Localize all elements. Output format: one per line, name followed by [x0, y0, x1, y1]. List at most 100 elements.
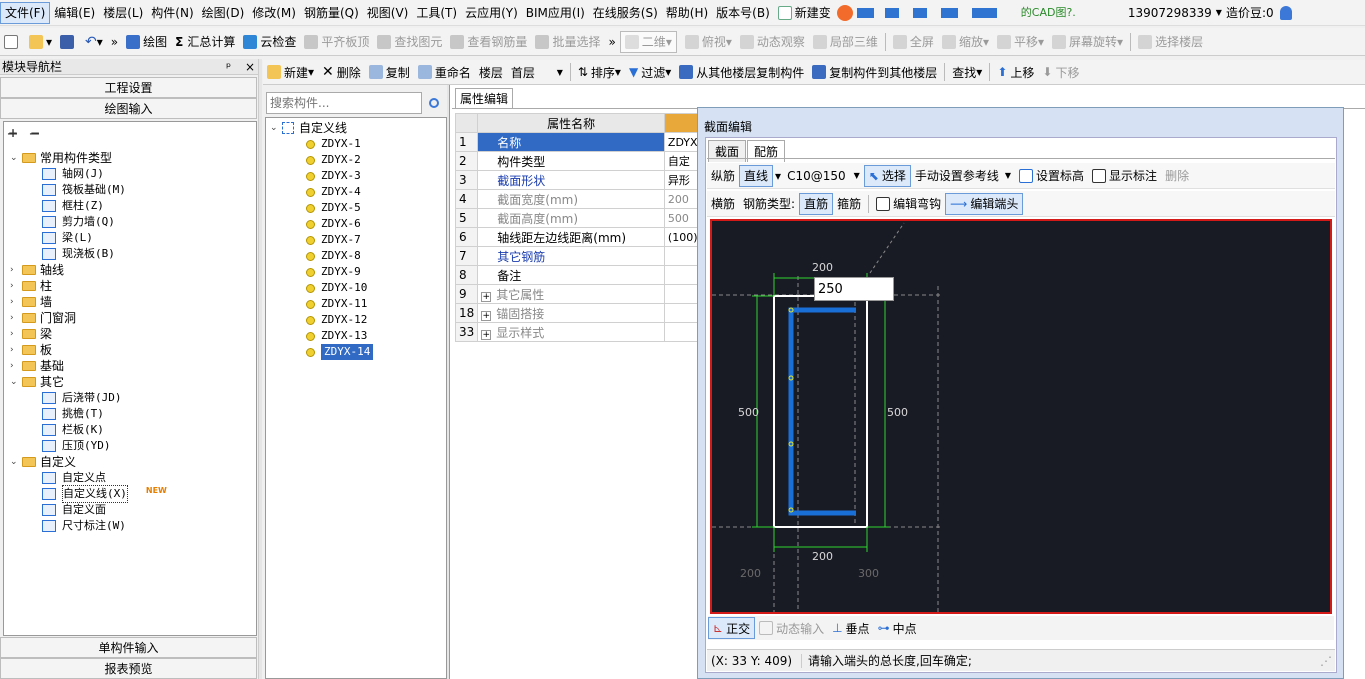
floor-select[interactable]: 首层 ▼: [507, 61, 567, 83]
property-row[interactable]: 3 截面形状 异形: [454, 170, 706, 190]
new-file-button[interactable]: [0, 31, 25, 53]
stirrup-button[interactable]: 箍筋: [833, 193, 865, 215]
edit-hook-button[interactable]: 编辑弯钩: [872, 193, 945, 215]
menu-file[interactable]: 文件(F): [0, 1, 51, 24]
search-button[interactable]: [424, 92, 444, 114]
component-item[interactable]: ZDYX-6: [306, 216, 361, 232]
collapse-all-icon[interactable]: −̶: [30, 126, 40, 140]
component-item[interactable]: ZDYX-4: [306, 184, 361, 200]
component-item[interactable]: ZDYX-2: [306, 152, 361, 168]
expand-all-icon[interactable]: +̶: [8, 126, 18, 140]
chevron-right-icon[interactable]: ›: [10, 326, 22, 342]
property-row[interactable]: 1 名称 ZDYX-: [454, 132, 706, 152]
property-row[interactable]: 5 截面高度(mm) 500: [454, 208, 706, 228]
zoom-button[interactable]: 缩放 ▾: [938, 31, 993, 53]
tree-item[interactable]: 轴网(J): [42, 166, 104, 182]
component-item[interactable]: ZDYX-8: [306, 248, 361, 264]
menu-new[interactable]: 新建变: [774, 3, 835, 23]
delete-rebar-button[interactable]: 删除: [1161, 165, 1193, 187]
tree-folder[interactable]: › 基础: [10, 358, 64, 374]
fullscreen-button[interactable]: 全屏: [889, 31, 938, 53]
find-button[interactable]: 查找 ▾: [948, 61, 986, 83]
pin-icon[interactable]: ᵖ: [226, 59, 231, 75]
search-input[interactable]: [266, 92, 422, 114]
chevron-right-icon[interactable]: ›: [10, 310, 22, 326]
rename-button[interactable]: 重命名: [414, 61, 475, 83]
rotate-button[interactable]: 屏幕旋转 ▾: [1048, 31, 1127, 53]
property-row[interactable]: 4 截面宽度(mm) 200: [454, 189, 706, 209]
edit-end-button[interactable]: ⟶ 编辑端头: [945, 192, 1024, 215]
menu-view[interactable]: 视图(V): [363, 3, 413, 23]
single-component-button[interactable]: 单构件输入: [0, 637, 257, 658]
tree-folder[interactable]: › 轴线: [10, 262, 64, 278]
perpendicular-button[interactable]: ⊥ 垂点: [828, 617, 873, 639]
tree-item[interactable]: 剪力墙(Q): [42, 214, 115, 230]
tree-item[interactable]: 现浇板(B): [42, 246, 115, 262]
tree-item[interactable]: 压顶(YD): [42, 438, 111, 454]
set-elevation-button[interactable]: 设置标高: [1015, 165, 1088, 187]
menu-component[interactable]: 构件(N): [147, 3, 197, 23]
move-down-button[interactable]: ⬇ 下移: [1038, 61, 1083, 83]
chevron-right-icon[interactable]: ›: [10, 262, 22, 278]
copy-to-floor-button[interactable]: 复制构件到其他楼层: [808, 61, 941, 83]
component-item[interactable]: ZDYX-5: [306, 200, 361, 216]
resize-grip-icon[interactable]: ⋰: [1320, 654, 1332, 668]
batch-select-button[interactable]: 批量选择: [531, 31, 604, 53]
ortho-button[interactable]: ⊾ 正交: [708, 617, 756, 639]
find-element-button[interactable]: 查找图元: [373, 31, 446, 53]
midpoint-button[interactable]: ⊶ 中点: [874, 617, 921, 639]
tree-folder[interactable]: ⌄ 常用构件类型: [10, 150, 112, 166]
filter-button[interactable]: ▼ 过滤 ▾: [625, 61, 675, 83]
project-settings-button[interactable]: 工程设置: [0, 77, 257, 98]
tree-item[interactable]: 自定义线(X) NEW: [42, 485, 167, 503]
view-2d-select[interactable]: 二维 ▾: [619, 30, 677, 53]
cloud-check-button[interactable]: 云检查: [239, 31, 300, 53]
property-row[interactable]: 33 + 显示样式: [454, 322, 706, 342]
tree-folder[interactable]: › 梁: [10, 326, 52, 342]
copy-from-floor-button[interactable]: 从其他楼层复制构件: [675, 61, 808, 83]
tree-item[interactable]: 自定义点: [42, 470, 106, 486]
component-item[interactable]: ZDYX-9: [306, 264, 361, 280]
summary-button[interactable]: Σ 汇总计算: [171, 31, 239, 53]
menu-modify[interactable]: 修改(M): [248, 3, 300, 23]
tree-item[interactable]: 后浇带(JD): [42, 390, 122, 406]
phone-number[interactable]: 13907298339: [1124, 3, 1216, 23]
component-item[interactable]: ZDYX-1: [306, 136, 361, 152]
menu-version[interactable]: 版本号(B): [712, 3, 774, 23]
report-preview-button[interactable]: 报表预览: [0, 658, 257, 679]
tree-folder[interactable]: › 板: [10, 342, 52, 358]
menu-cloud[interactable]: 云应用(Y): [461, 3, 522, 23]
flush-slab-button[interactable]: 平齐板顶: [300, 31, 373, 53]
tree-folder[interactable]: ⌄ 自定义: [10, 454, 76, 470]
expand-icon[interactable]: +: [481, 291, 492, 302]
expand-icon[interactable]: +: [481, 310, 492, 321]
component-item[interactable]: ZDYX-13: [306, 328, 367, 344]
tree-folder[interactable]: › 柱: [10, 278, 52, 294]
expand-icon[interactable]: +: [481, 329, 492, 340]
menu-edit[interactable]: 编辑(E): [50, 3, 99, 23]
copy-button[interactable]: 复制: [365, 61, 414, 83]
select-floor-button[interactable]: 选择楼层: [1134, 31, 1207, 53]
property-row[interactable]: 6 轴线距左边线距离(mm) (100): [454, 227, 706, 247]
spec-select[interactable]: C10@150 ▼: [783, 165, 864, 187]
new-component-button[interactable]: 新建 ▾: [263, 61, 318, 83]
property-row[interactable]: 2 构件类型 自定: [454, 151, 706, 171]
menu-draw[interactable]: 绘图(D): [198, 3, 249, 23]
chevron-down-icon[interactable]: ⌄: [10, 374, 22, 390]
component-item[interactable]: ZDYX-14: [306, 344, 374, 360]
select-button[interactable]: ⬉ 选择: [863, 164, 911, 187]
component-item[interactable]: ZDYX-7: [306, 232, 361, 248]
tree-folder[interactable]: ⌄ 其它: [10, 374, 64, 390]
chevron-down-icon[interactable]: ⌄: [270, 120, 282, 136]
tree-item[interactable]: 梁(L): [42, 230, 93, 246]
menu-floor[interactable]: 楼层(L): [99, 3, 147, 23]
overflow-chevron[interactable]: »: [107, 31, 122, 53]
delete-button[interactable]: ✕ 删除: [318, 61, 365, 83]
end-length-input[interactable]: [814, 277, 894, 301]
property-row[interactable]: 9 + 其它属性: [454, 284, 706, 304]
tree-item[interactable]: 尺寸标注(W): [42, 518, 126, 534]
property-row[interactable]: 8 备注: [454, 265, 706, 285]
straight-bar-button[interactable]: 直筋: [799, 192, 834, 215]
property-tab[interactable]: 属性编辑: [455, 88, 514, 108]
chevron-right-icon[interactable]: ›: [10, 294, 22, 310]
